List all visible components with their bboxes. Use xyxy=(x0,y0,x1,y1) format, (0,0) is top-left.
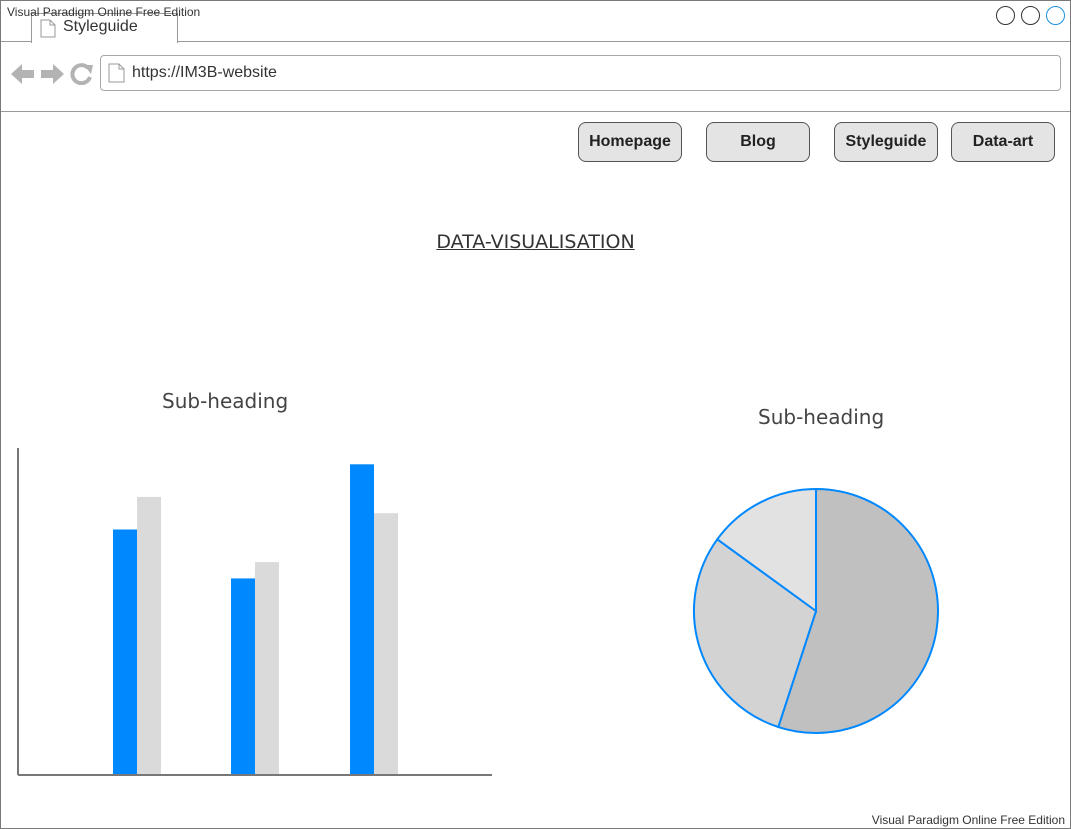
pie-chart xyxy=(693,487,939,734)
watermark-bottom: Visual Paradigm Online Free Edition xyxy=(871,813,1065,827)
watermark-top: Visual Paradigm Online Free Edition xyxy=(7,5,201,19)
